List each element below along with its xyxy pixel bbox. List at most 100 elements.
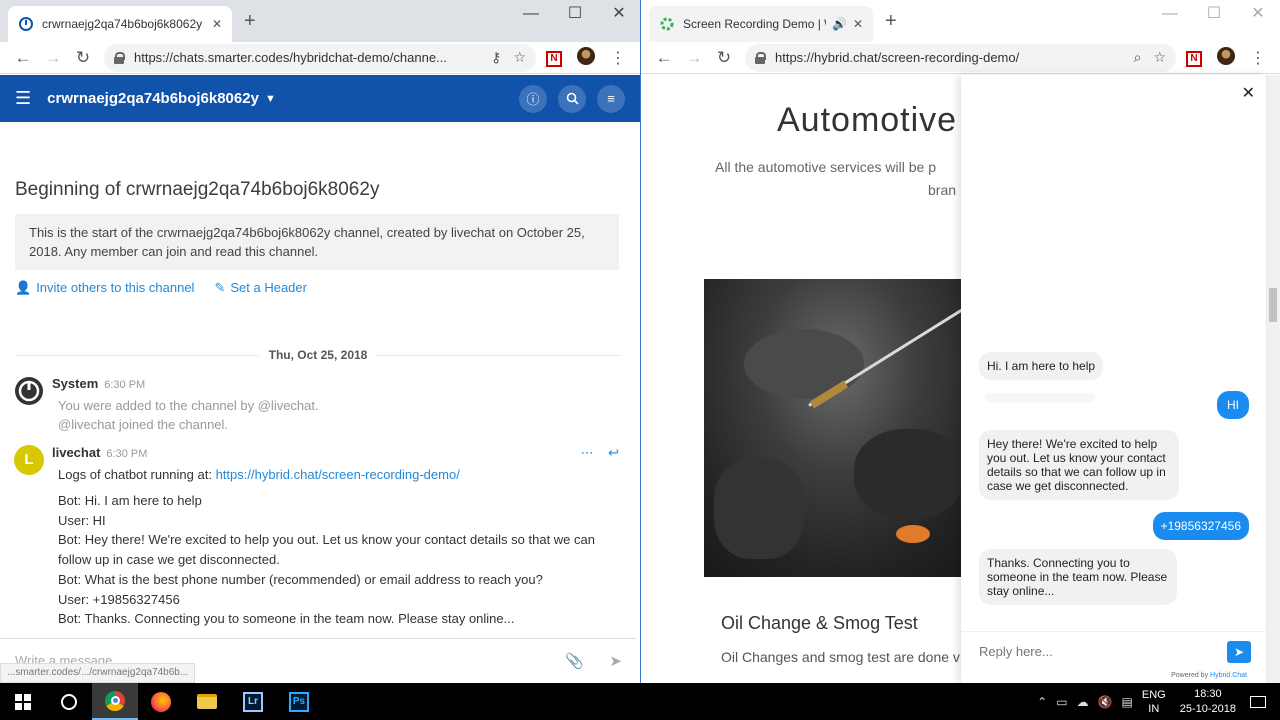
address-bar[interactable]: https://chats.smarter.codes/hybridchat-d… xyxy=(104,43,536,72)
send-icon[interactable]: ➤ xyxy=(1227,641,1251,663)
forward-button[interactable]: → xyxy=(679,48,709,68)
profile-avatar[interactable] xyxy=(572,47,600,68)
livechat-avatar[interactable]: L xyxy=(14,445,44,475)
search-icon[interactable] xyxy=(558,84,586,113)
speaker-icon[interactable]: 🔊 xyxy=(832,17,847,31)
attachment-icon[interactable]: 📎 xyxy=(565,652,584,670)
notification-icon[interactable] xyxy=(1250,695,1266,708)
close-icon[interactable]: ✕ xyxy=(1242,83,1255,103)
forward-button[interactable]: → xyxy=(38,48,68,68)
post-time[interactable]: 6:30 PM xyxy=(106,448,147,460)
menu-kebab-icon[interactable]: ⋮ xyxy=(604,48,632,68)
add-user-icon: 👤 xyxy=(15,280,32,295)
maximize-button[interactable]: ☐ xyxy=(553,4,597,24)
post-author[interactable]: livechat 6:30 PM xyxy=(52,445,147,460)
lightroom-button[interactable]: Lr xyxy=(230,683,276,720)
back-button[interactable]: ← xyxy=(8,48,38,68)
new-tab-button[interactable]: + xyxy=(244,11,256,31)
file-explorer-button[interactable] xyxy=(184,683,230,720)
date-separator-label: Thu, Oct 25, 2018 xyxy=(258,348,378,362)
close-window-button[interactable]: ✕ xyxy=(1236,4,1280,24)
key-icon[interactable]: ⚷ xyxy=(491,49,501,66)
post-author[interactable]: System 6:30 PM xyxy=(52,376,145,391)
chevron-up-icon[interactable]: ⌃ xyxy=(1037,695,1047,709)
send-icon[interactable]: ➤ xyxy=(609,652,622,670)
demo-link[interactable]: https://hybrid.chat/screen-recording-dem… xyxy=(216,467,460,482)
new-tab-button[interactable]: + xyxy=(885,11,897,31)
language-indicator[interactable]: ENG IN xyxy=(1142,688,1166,716)
system-message: @livechat joined the channel. xyxy=(58,417,229,432)
log-intro: Logs of chatbot running at: xyxy=(58,467,212,482)
invite-others-link[interactable]: 👤 Invite others to this channel xyxy=(15,280,194,296)
post-time[interactable]: 6:30 PM xyxy=(104,379,145,391)
back-button[interactable]: ← xyxy=(649,48,679,68)
status-url-bubble: ...smarter.codes/.../crwrnaejg2qa74b6b..… xyxy=(0,663,196,683)
firefox-icon xyxy=(151,691,171,712)
windows-taskbar: Lr Ps ⌃ ▭ ☁ 🔇 ▤ ENG IN 18:30 25-10-2018 xyxy=(0,683,1280,720)
language-code: ENG xyxy=(1141,688,1166,701)
bot-message: Hi. I am here to help xyxy=(979,352,1104,380)
scrollbar-thumb[interactable] xyxy=(1269,288,1277,322)
tab-title: Screen Recording Demo | W xyxy=(683,17,826,31)
post-line: Bot: Hi. I am here to help xyxy=(58,493,202,508)
channel-menu-icon[interactable]: ≡ xyxy=(597,84,625,113)
system-message: You were added to the channel by @livech… xyxy=(58,398,319,413)
system-author-name[interactable]: System xyxy=(52,376,98,391)
extension-n-icon[interactable]: N xyxy=(540,49,568,67)
hamburger-menu-icon[interactable]: ☰ xyxy=(15,88,31,109)
reply-icon[interactable]: ↩ xyxy=(608,445,619,460)
tab-mattermost[interactable]: crwrnaejg2qa74b6boj6k8062y - I ✕ xyxy=(8,6,232,42)
address-bar[interactable]: https://hybrid.chat/screen-recording-dem… xyxy=(745,43,1176,72)
message-list: Beginning of crwrnaejg2qa74b6boj6k8062y … xyxy=(0,122,636,638)
info-icon[interactable]: ⓘ xyxy=(519,84,547,113)
more-actions-icon[interactable]: ⋯ xyxy=(581,445,594,460)
system-post: System 6:30 PM You were added to the chan… xyxy=(14,376,621,436)
bot-message: Hey there! We're excited to help you out… xyxy=(979,430,1179,500)
close-tab-icon[interactable]: ✕ xyxy=(853,17,863,31)
cloud-icon[interactable]: ☁ xyxy=(1077,695,1089,709)
brand-link[interactable]: Hybrid.Chat xyxy=(1210,672,1247,679)
channel-intro-title: Beginning of crwrnaejg2qa74b6boj6k8062y xyxy=(15,179,380,200)
channel-name[interactable]: crwrnaejg2qa74b6boj6k8062y xyxy=(47,90,259,107)
close-window-button[interactable]: ✕ xyxy=(597,4,640,24)
zoom-search-icon[interactable]: ⌕ xyxy=(1134,49,1142,66)
livechat-author-name[interactable]: livechat xyxy=(52,445,100,460)
cortana-button[interactable] xyxy=(46,683,92,720)
clock-date: 25-10-2018 xyxy=(1179,702,1236,715)
page-subtitle-cont: bran xyxy=(928,182,957,198)
left-browser-window: crwrnaejg2qa74b6boj6k8062y - I ✕ + — ☐ ✕… xyxy=(0,0,641,683)
chevron-down-icon[interactable]: ▼ xyxy=(265,93,276,105)
chat-reply-input[interactable]: Reply here... ➤ xyxy=(961,631,1265,671)
tab-strip: crwrnaejg2qa74b6boj6k8062y - I ✕ + — ☐ ✕ xyxy=(0,0,640,42)
tab-title: crwrnaejg2qa74b6boj6k8062y - I xyxy=(42,17,206,31)
post-line: Logs of chatbot running at: https://hybr… xyxy=(58,467,460,482)
firefox-taskbar-button[interactable] xyxy=(138,683,184,720)
maximize-button[interactable]: ☐ xyxy=(1192,4,1236,24)
clock[interactable]: 18:30 25-10-2018 xyxy=(1180,687,1236,717)
post-line: Bot: What is the best phone number (reco… xyxy=(58,572,543,587)
hybridchat-favicon xyxy=(659,16,675,32)
page-scrollbar[interactable] xyxy=(1266,75,1280,683)
minimize-button[interactable]: — xyxy=(1148,4,1192,24)
profile-avatar[interactable] xyxy=(1212,47,1240,68)
bookmark-star-icon[interactable]: ☆ xyxy=(513,49,526,66)
minimize-button[interactable]: — xyxy=(509,4,553,24)
menu-kebab-icon[interactable]: ⋮ xyxy=(1244,48,1272,68)
tab-screen-recording-demo[interactable]: Screen Recording Demo | W 🔊 ✕ xyxy=(649,6,873,42)
extension-n-icon[interactable]: N xyxy=(1180,49,1208,67)
close-tab-icon[interactable]: ✕ xyxy=(212,17,222,31)
system-tray: ⌃ ▭ ☁ 🔇 ▤ ENG IN 18:30 25-10-2018 xyxy=(1037,683,1280,720)
post-line: Bot: Hey there! We're excited to help yo… xyxy=(58,532,595,547)
reply-placeholder: Reply here... xyxy=(979,644,1053,659)
powered-by-label: Powered by xyxy=(1171,672,1209,679)
set-header-link[interactable]: ✎ Set a Header xyxy=(214,280,307,296)
monitor-icon[interactable]: ▤ xyxy=(1122,695,1133,709)
chrome-taskbar-button[interactable] xyxy=(92,683,138,720)
bookmark-star-icon[interactable]: ☆ xyxy=(1153,49,1166,66)
volume-muted-icon[interactable]: 🔇 xyxy=(1098,695,1113,709)
reload-button[interactable]: ↻ xyxy=(709,48,739,68)
reload-button[interactable]: ↻ xyxy=(68,48,98,68)
start-button[interactable] xyxy=(0,683,46,720)
photoshop-button[interactable]: Ps xyxy=(276,683,322,720)
network-icon[interactable]: ▭ xyxy=(1056,695,1067,709)
